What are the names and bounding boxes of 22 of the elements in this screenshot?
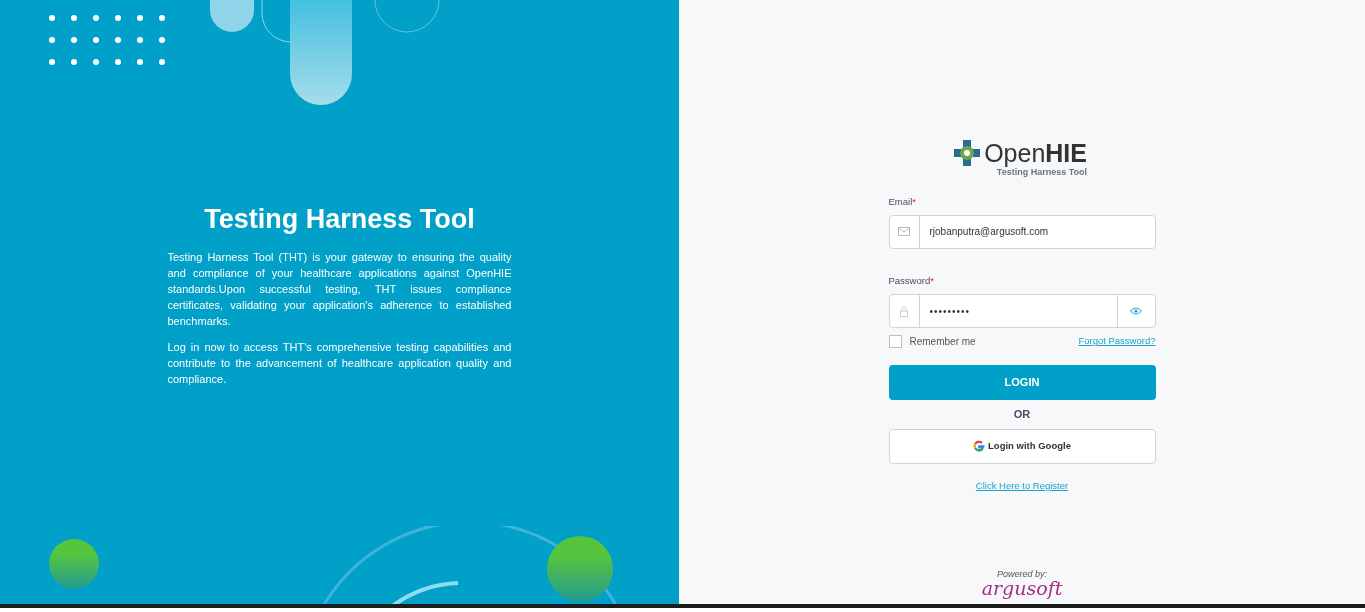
intro-title: Testing Harness Tool [204,203,475,236]
lock-icon [900,305,908,317]
password-input[interactable]: ••••••••• [919,295,1117,327]
remember-label: Remember me [909,335,976,349]
intro-paragraph: Log in now to access THT's comprehensive testing capabilities and contribute to the advancement of healthcare application quality and compliance. [167,340,512,388]
email-label: Email* [888,194,916,209]
decorative-circle-icon [546,535,616,604]
remember-checkbox[interactable] [888,335,902,348]
google-g-icon [973,440,986,452]
google-login-button[interactable]: Login with Google [888,428,1156,464]
logo-icon [954,140,981,166]
envelope-icon [898,227,910,237]
argusoft-logo-text: argusoft [981,579,1063,598]
email-input[interactable]: rjobanputra@argusoft.com [919,215,1155,248]
password-field[interactable]: ••••••••• [888,294,1156,328]
eye-icon[interactable] [1130,307,1142,315]
email-field[interactable]: rjobanputra@argusoft.com [888,214,1156,249]
password-label: Password* [888,273,934,288]
intro-paragraph: Testing Harness Tool (THT) is your gateway to ensuring the quality and compliance of your healthcare applications against OpenHIE standards.Upon successful testing, THT issues compliance certificates, validating your application's adherence to established benchmarks. [167,250,512,330]
or-divider-text: OR [1012,407,1032,422]
powered-by-text: Powered by: [997,570,1047,579]
logo-subtitle: Testing Harness Tool [996,167,1087,179]
